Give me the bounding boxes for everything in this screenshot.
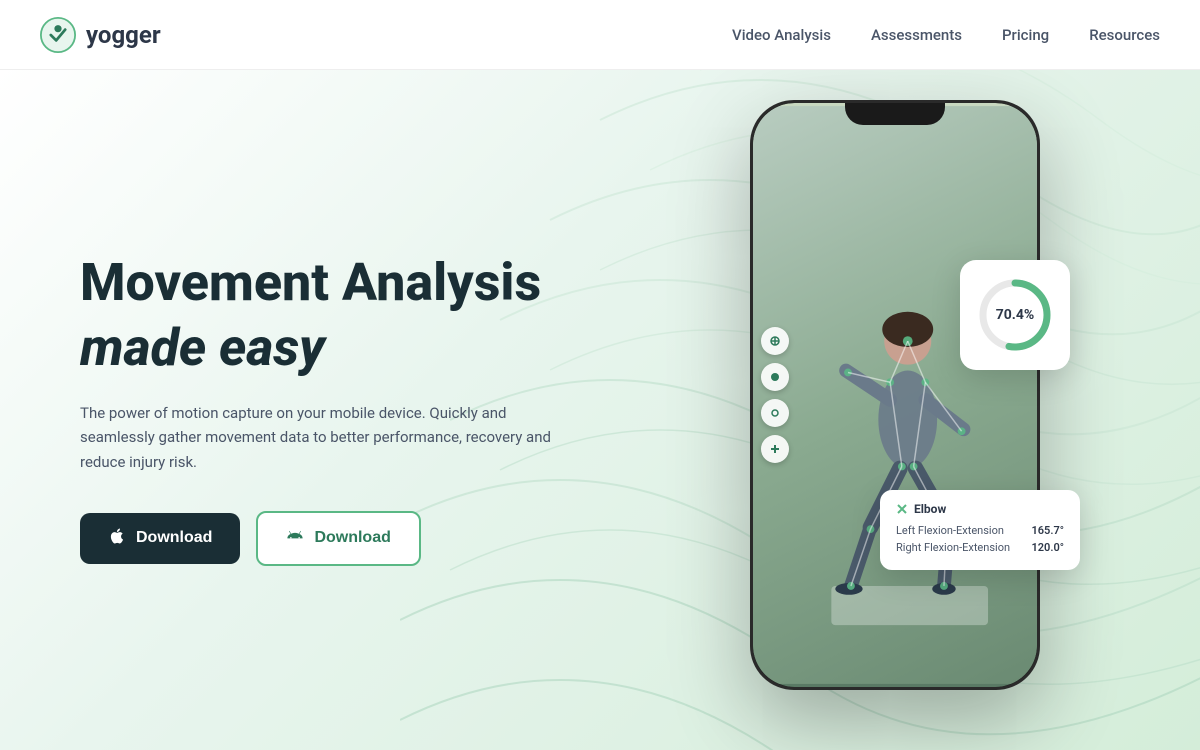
nav-assessments[interactable]: Assessments xyxy=(871,26,962,44)
toolbar-btn-1[interactable] xyxy=(761,327,789,355)
hero-left: Movement Analysis made easy The power of… xyxy=(80,254,640,566)
elbow-card-title: Elbow xyxy=(896,502,1064,516)
apple-icon xyxy=(108,527,126,550)
phone-toolbar xyxy=(761,327,789,463)
percentage-card: 70.4% xyxy=(960,260,1070,370)
toolbar-btn-4[interactable] xyxy=(761,435,789,463)
nav-video-analysis[interactable]: Video Analysis xyxy=(732,26,831,44)
nav-pricing[interactable]: Pricing xyxy=(1002,26,1049,44)
nav-menu: Video Analysis Assessments Pricing Resou… xyxy=(732,25,1160,44)
apple-download-button[interactable]: Download xyxy=(80,513,240,564)
phone-outer xyxy=(750,100,1040,690)
phone-screen xyxy=(753,103,1037,687)
donut-chart: 70.4% xyxy=(975,275,1055,355)
hero-subtitle: The power of motion capture on your mobi… xyxy=(80,401,570,475)
hero-section: Movement Analysis made easy The power of… xyxy=(0,70,1200,750)
toolbar-btn-3[interactable] xyxy=(761,399,789,427)
elbow-row-1: Left Flexion-Extension 165.7° xyxy=(896,524,1064,537)
percentage-value: 70.4% xyxy=(996,307,1035,323)
logo[interactable]: yogger xyxy=(40,17,161,53)
elbow-card: Elbow Left Flexion-Extension 165.7° Righ… xyxy=(880,490,1080,570)
hero-title: Movement Analysis xyxy=(80,254,640,311)
android-icon xyxy=(286,527,304,550)
navbar: yogger Video Analysis Assessments Pricin… xyxy=(0,0,1200,70)
toolbar-btn-2[interactable] xyxy=(761,363,789,391)
hero-title-italic: made easy xyxy=(80,319,640,376)
android-download-label: Download xyxy=(314,529,390,547)
phone-app-screen xyxy=(753,103,1037,687)
apple-download-label: Download xyxy=(136,529,212,547)
android-download-button[interactable]: Download xyxy=(256,511,420,566)
phone-notch xyxy=(845,103,945,125)
logo-text: yogger xyxy=(86,21,161,49)
hero-right: 70.4% Elbow Left Flexion-Extension 165.7… xyxy=(640,70,1120,750)
hero-buttons: Download Download xyxy=(80,511,640,566)
elbow-row-2: Right Flexion-Extension 120.0° xyxy=(896,541,1064,554)
nav-resources[interactable]: Resources xyxy=(1089,26,1160,44)
phone-mockup: 70.4% Elbow Left Flexion-Extension 165.7… xyxy=(750,100,1040,690)
hero-content: Movement Analysis made easy The power of… xyxy=(0,70,1200,750)
